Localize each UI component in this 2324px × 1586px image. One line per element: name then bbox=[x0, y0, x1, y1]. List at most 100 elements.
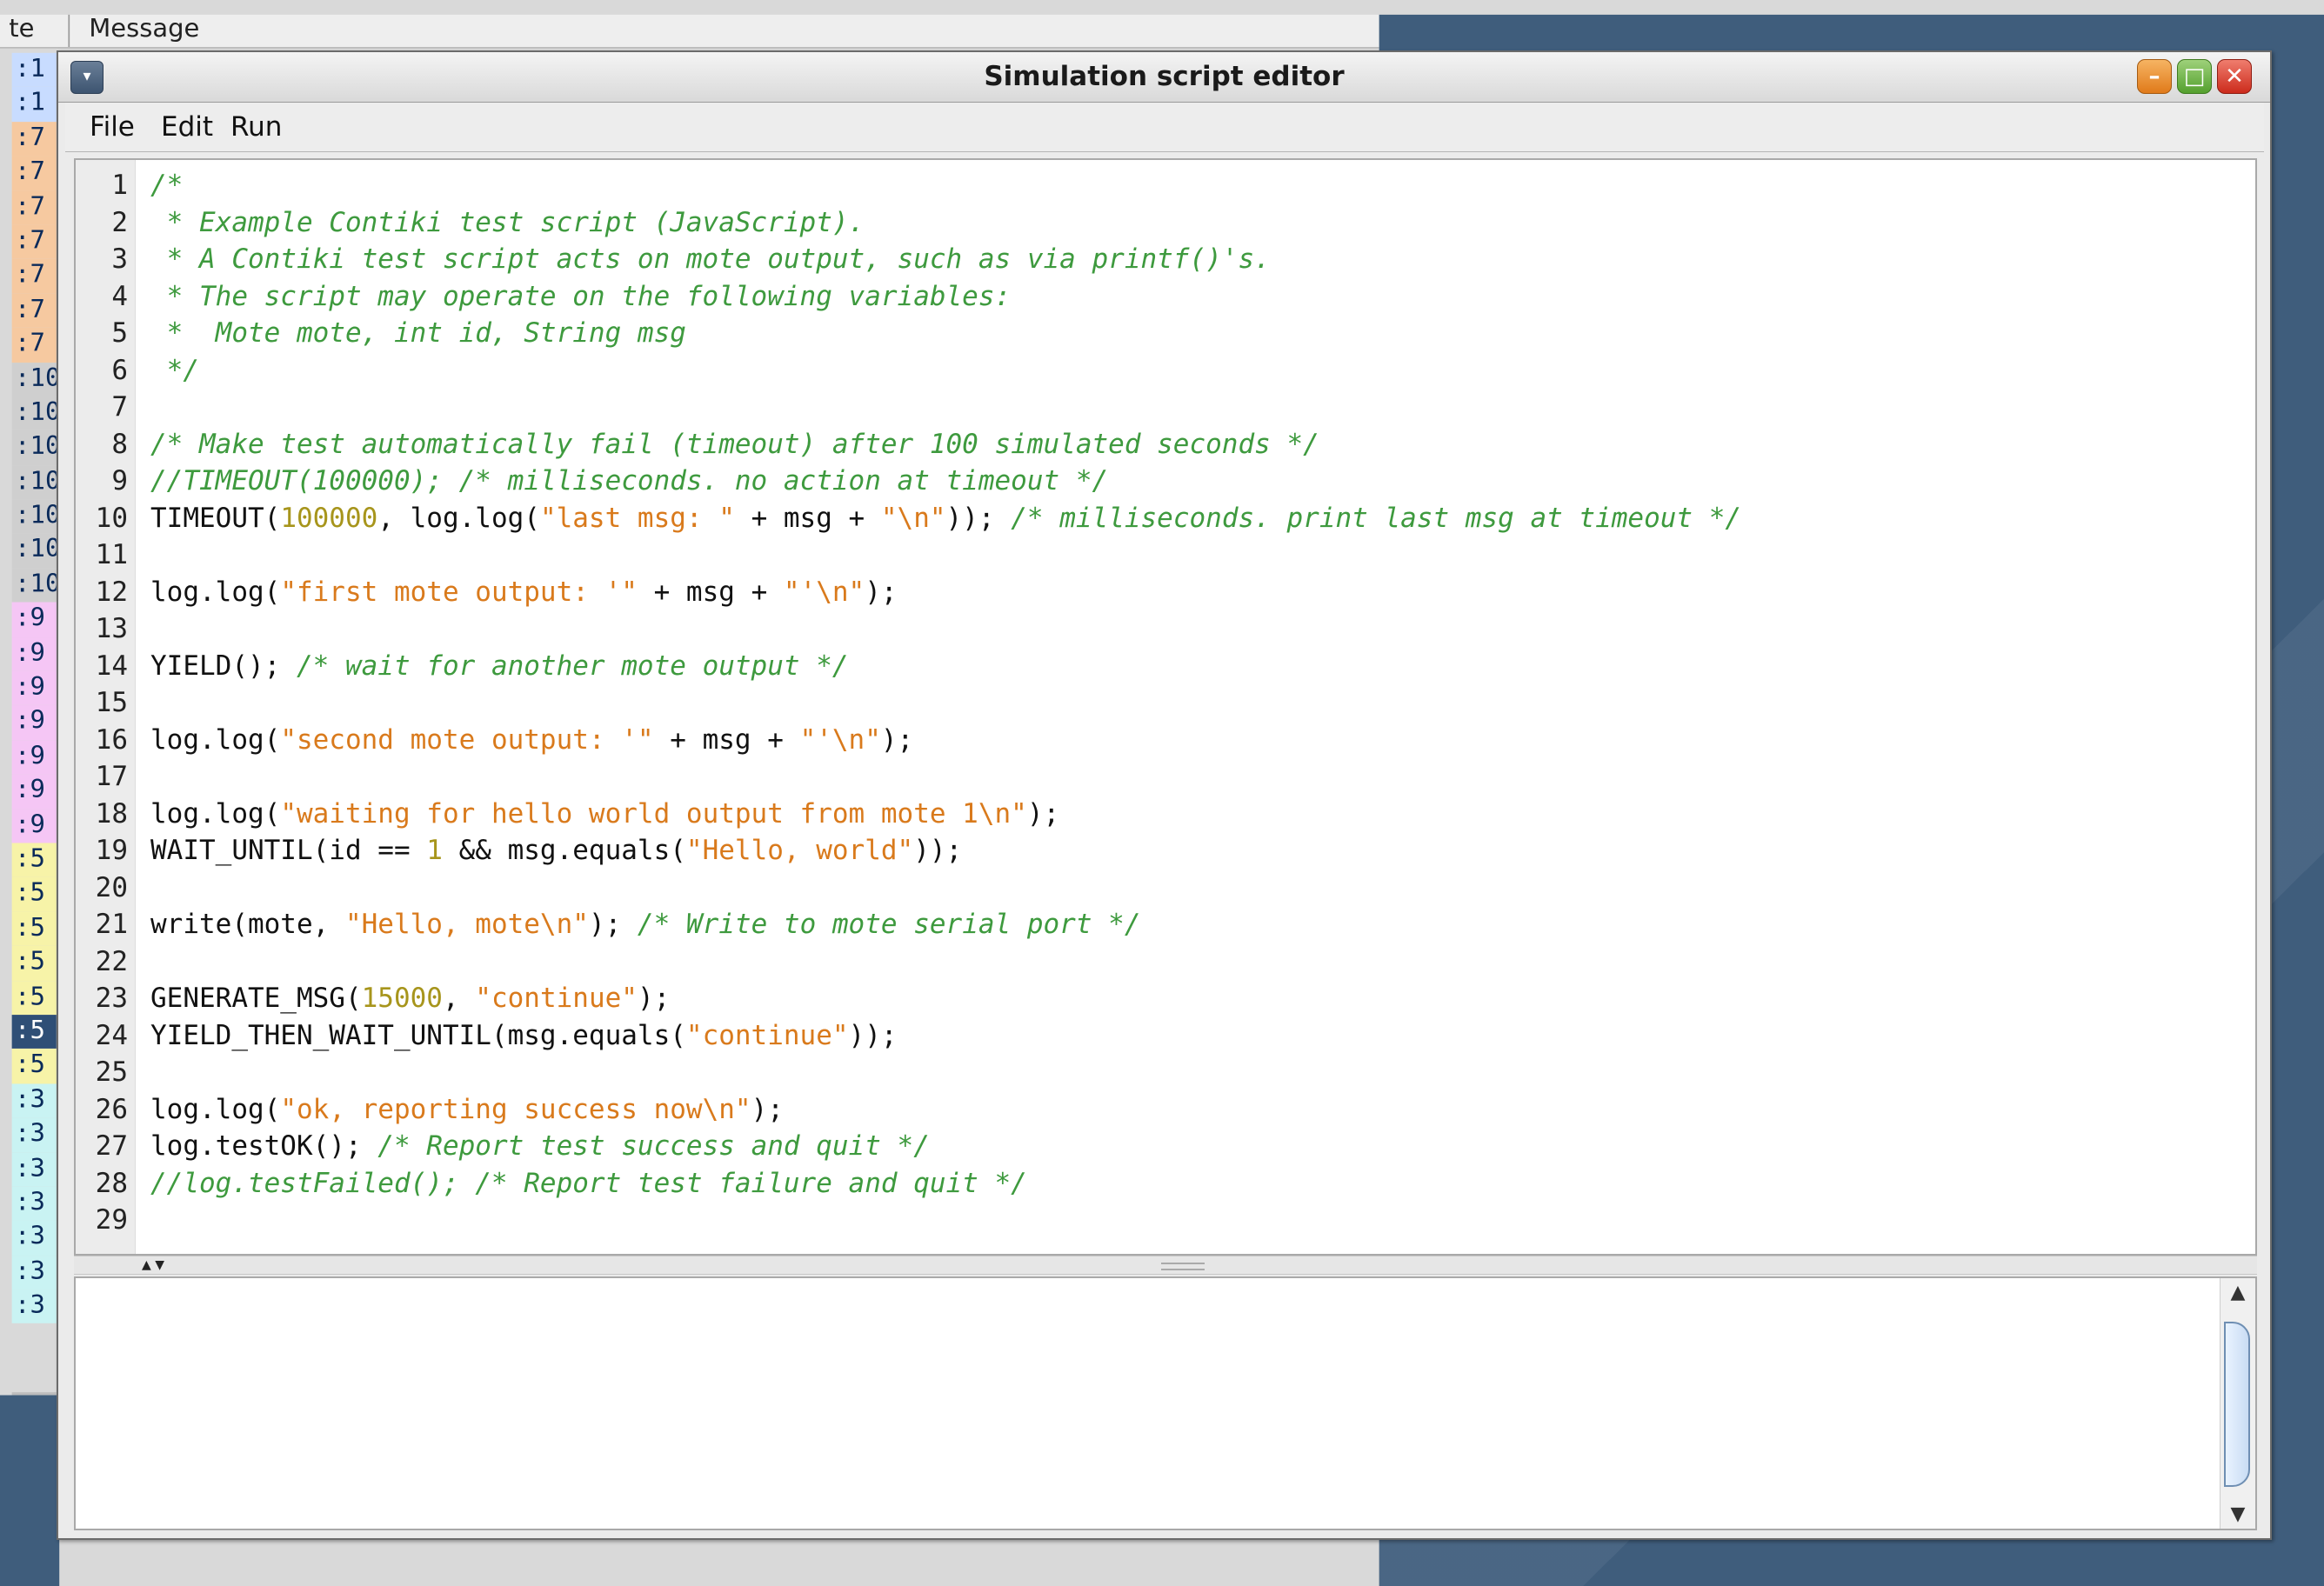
mote-output-row[interactable]: :1 bbox=[11, 87, 57, 122]
mote-output-row[interactable]: :9 bbox=[11, 670, 57, 706]
mote-output-row[interactable]: :3 bbox=[11, 1083, 57, 1118]
mote-output-row[interactable]: :9 bbox=[11, 602, 57, 637]
mote-output-row[interactable]: :10 bbox=[11, 362, 57, 396]
mote-output-row[interactable]: :7 bbox=[11, 293, 57, 328]
mote-output-row[interactable]: :5 bbox=[11, 876, 57, 912]
mote-output-row[interactable]: :5 bbox=[11, 1049, 57, 1084]
code-line[interactable]: 26 log.log("ok, reporting success now\n")… bbox=[76, 1091, 2250, 1129]
line-number: 21 bbox=[95, 909, 128, 940]
line-number: 12 bbox=[95, 576, 128, 608]
line-number: 20 bbox=[95, 871, 128, 903]
script-code-editor[interactable]: 1/* 2 * Example Contiki test script (Java… bbox=[74, 158, 2257, 1256]
code-line[interactable]: 2 * Example Contiki test script (JavaScr… bbox=[76, 204, 2250, 242]
code-line[interactable]: 21 write(mote, "Hello, mote\n"); /* Write… bbox=[76, 906, 2250, 943]
menu-run[interactable]: Run bbox=[230, 103, 282, 151]
code-line[interactable]: 9 //TIMEOUT(100000); /* milliseconds. no … bbox=[76, 463, 2250, 500]
mote-output-row[interactable]: :5 bbox=[11, 1014, 57, 1050]
code-token: log.log( bbox=[150, 723, 281, 756]
mote-output-row[interactable]: :10 bbox=[11, 533, 57, 569]
code-text: YIELD(); /* wait for another mote output… bbox=[150, 648, 849, 685]
code-line[interactable]: 29 bbox=[76, 1202, 2250, 1239]
mote-output-row[interactable]: :3 bbox=[11, 1289, 57, 1324]
mote-output-row[interactable]: :7 bbox=[11, 327, 57, 363]
code-token: write(mote, bbox=[150, 909, 345, 940]
mote-output-row[interactable]: :3 bbox=[11, 1221, 57, 1256]
code-line[interactable]: 8 /* Make test automatically fail (timeou… bbox=[76, 426, 2250, 463]
mote-output-row[interactable]: :9 bbox=[11, 636, 57, 671]
split-grip-icon[interactable] bbox=[1161, 1263, 1205, 1270]
code-line[interactable]: 13 bbox=[76, 610, 2250, 648]
mote-output-row[interactable]: :9 bbox=[11, 808, 57, 843]
code-line[interactable]: 14 YIELD(); /* wait for another mote outp… bbox=[76, 648, 2250, 685]
line-number: 26 bbox=[95, 1093, 128, 1125]
code-text: * A Contiki test script acts on mote out… bbox=[150, 241, 1271, 278]
code-line[interactable]: 20 bbox=[76, 870, 2250, 907]
mote-output-row[interactable]: :10 bbox=[11, 430, 57, 465]
mote-output-row[interactable]: :3 bbox=[11, 1255, 57, 1290]
mote-output-row[interactable]: :10 bbox=[11, 568, 57, 603]
code-line[interactable]: 12 log.log("first mote output: '" + msg +… bbox=[76, 574, 2250, 611]
code-text: GENERATE_MSG(15000, "continue"); bbox=[150, 980, 670, 1017]
code-line[interactable]: 18 log.log("waiting for hello world outpu… bbox=[76, 796, 2250, 833]
code-line[interactable]: 10 TIMEOUT(100000, log.log("last msg: " +… bbox=[76, 500, 2250, 537]
mote-output-row[interactable]: :7 bbox=[11, 258, 57, 294]
maximize-icon[interactable]: □ bbox=[2177, 59, 2212, 94]
code-line[interactable]: 15 bbox=[76, 684, 2250, 722]
code-token: log.log( bbox=[150, 576, 281, 608]
line-number: 5 bbox=[111, 317, 128, 349]
mote-output-row[interactable]: :5 bbox=[11, 980, 57, 1015]
code-line[interactable]: 22 bbox=[76, 943, 2250, 981]
code-line[interactable]: 28 //log.testFailed(); /* Report test fai… bbox=[76, 1165, 2250, 1203]
code-line[interactable]: 6 */ bbox=[76, 352, 2250, 390]
code-line[interactable]: 27 log.testOK(); /* Report test success a… bbox=[76, 1128, 2250, 1165]
mote-output-row[interactable]: :3 bbox=[11, 1152, 57, 1187]
column-header-mote[interactable]: te bbox=[9, 14, 70, 48]
line-number: 17 bbox=[95, 761, 128, 792]
split-collapse-arrows-icon[interactable]: ▲ ▼ bbox=[142, 1256, 164, 1274]
output-scrollbar[interactable]: ▲ ▼ bbox=[2220, 1278, 2255, 1529]
code-line[interactable]: 4 * The script may operate on the follow… bbox=[76, 278, 2250, 316]
code-line[interactable]: 25 bbox=[76, 1054, 2250, 1091]
mote-output-row[interactable]: :9 bbox=[11, 705, 57, 740]
mote-output-row[interactable]: :5 bbox=[11, 911, 57, 946]
code-line[interactable]: 17 bbox=[76, 758, 2250, 796]
code-line[interactable]: 24 YIELD_THEN_WAIT_UNTIL(msg.equals("cont… bbox=[76, 1017, 2250, 1055]
split-pane-divider[interactable]: ▲ ▼ bbox=[74, 1256, 2257, 1275]
code-text: /* Make test automatically fail (timeout… bbox=[150, 426, 1319, 463]
mote-output-row[interactable]: :7 bbox=[11, 224, 57, 259]
code-string: "last msg: " bbox=[539, 502, 735, 534]
code-line[interactable]: 19 WAIT_UNTIL(id == 1 && msg.equals("Hell… bbox=[76, 832, 2250, 870]
code-line[interactable]: 1 /* bbox=[76, 167, 2250, 204]
title-bar[interactable]: ▾ Simulation script editor – □ ✕ bbox=[58, 52, 2270, 103]
scroll-up-icon[interactable]: ▲ bbox=[2220, 1282, 2255, 1303]
mote-output-row[interactable]: :1 bbox=[11, 52, 57, 88]
code-string: "\n" bbox=[880, 502, 946, 534]
code-line[interactable]: 11 bbox=[76, 536, 2250, 574]
column-header-message[interactable]: Message bbox=[77, 15, 1335, 47]
menu-edit[interactable]: Edit bbox=[161, 103, 213, 151]
mote-output-row[interactable]: :3 bbox=[11, 1117, 57, 1153]
mote-output-row[interactable]: :5 bbox=[11, 945, 57, 981]
code-line[interactable]: 16 log.log("second mote output: '" + msg … bbox=[76, 722, 2250, 759]
minimize-icon[interactable]: – bbox=[2137, 59, 2172, 94]
script-output-area[interactable]: ▲ ▼ bbox=[74, 1276, 2257, 1530]
menu-file[interactable]: File bbox=[90, 103, 135, 151]
mote-output-row[interactable]: :7 bbox=[11, 121, 57, 157]
code-line[interactable]: 3 * A Contiki test script acts on mote o… bbox=[76, 241, 2250, 278]
scroll-thumb[interactable] bbox=[2224, 1322, 2250, 1487]
mote-output-row[interactable]: :7 bbox=[11, 190, 57, 225]
code-line[interactable]: 7 bbox=[76, 389, 2250, 426]
mote-output-row[interactable]: :10 bbox=[11, 396, 57, 431]
mote-output-row[interactable]: :7 bbox=[11, 156, 57, 190]
code-line[interactable]: 5 * Mote mote, int id, String msg bbox=[76, 315, 2250, 352]
code-line[interactable]: 23 GENERATE_MSG(15000, "continue"); bbox=[76, 980, 2250, 1017]
scroll-down-icon[interactable]: ▼ bbox=[2220, 1503, 2255, 1525]
mote-output-row[interactable]: :9 bbox=[11, 739, 57, 775]
mote-output-row[interactable]: :10 bbox=[11, 464, 57, 500]
mote-output-row[interactable]: :3 bbox=[11, 1186, 57, 1222]
mote-output-row[interactable]: :9 bbox=[11, 774, 57, 809]
code-comment: */ bbox=[150, 354, 199, 386]
mote-output-row[interactable]: :10 bbox=[11, 499, 57, 534]
mote-output-row[interactable]: :5 bbox=[11, 843, 57, 877]
close-icon[interactable]: ✕ bbox=[2217, 59, 2252, 94]
